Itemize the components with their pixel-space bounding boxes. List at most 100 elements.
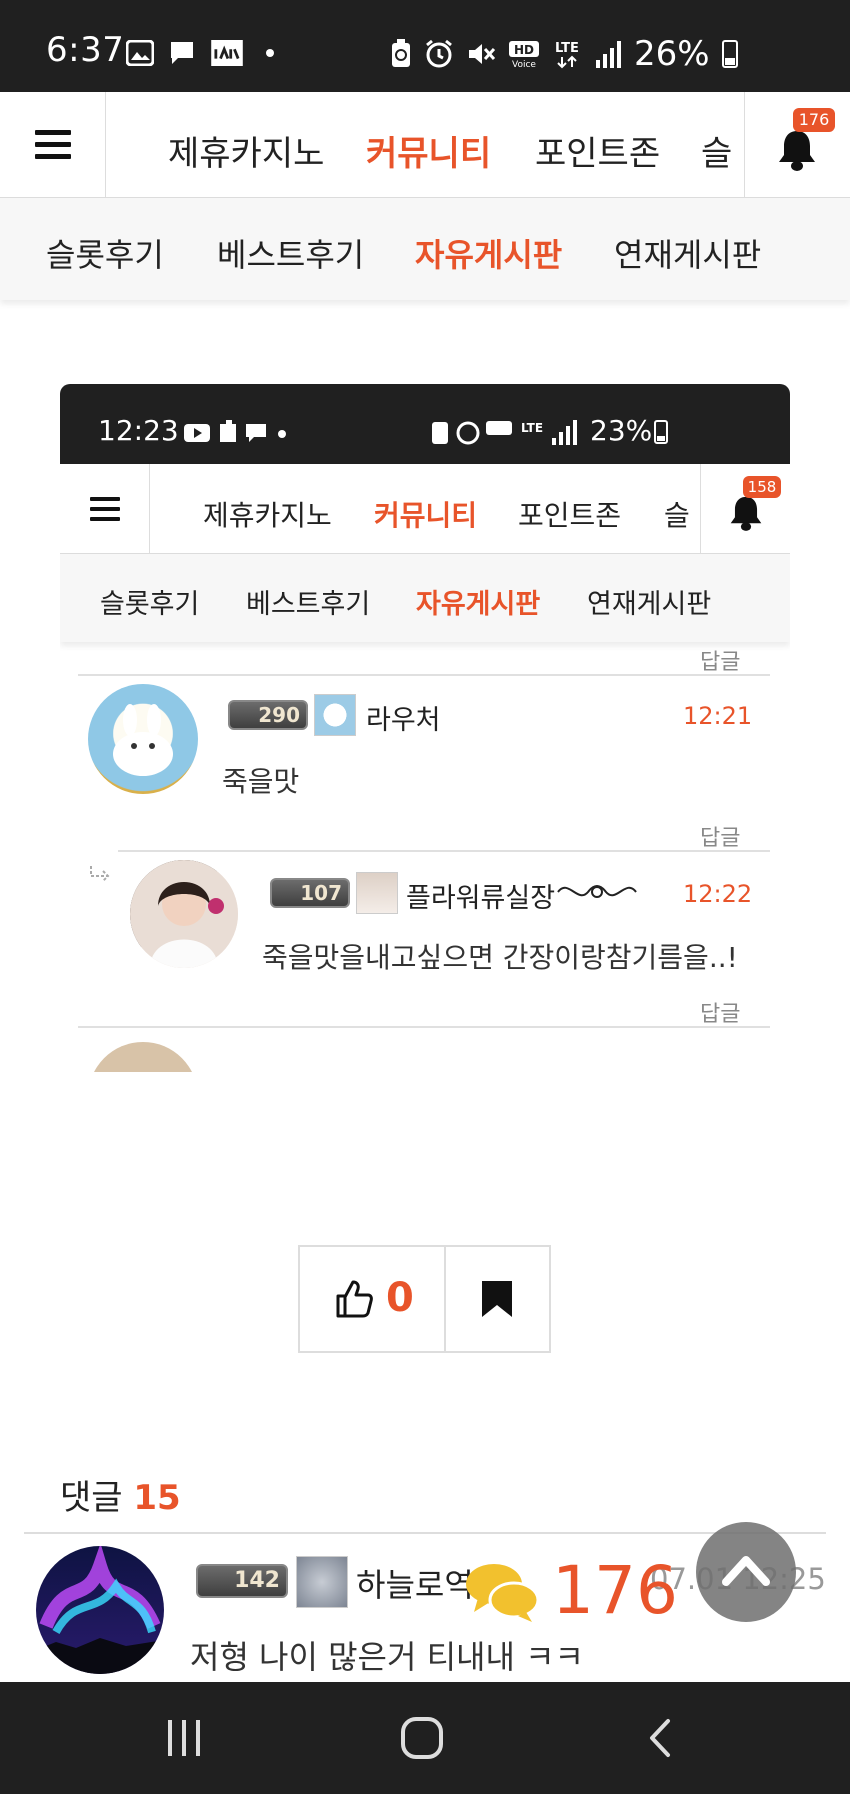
top-nav: 제휴카지노 커뮤니티 포인트존 슬 176 [0, 92, 850, 198]
comments-count: 15 [133, 1478, 181, 1518]
profile-thumbnail [296, 1556, 348, 1608]
chat-icon [171, 42, 193, 64]
app-icon [211, 40, 243, 66]
embedded-reply-link: 답글 [700, 1002, 741, 1027]
bunny-icon [113, 704, 173, 776]
level-badge: 142 [196, 1564, 288, 1598]
home-icon[interactable] [400, 1716, 444, 1760]
comment-nickname: 플라워류실장 [406, 883, 556, 914]
divider [78, 674, 770, 676]
avatar [88, 1042, 198, 1072]
embedded-battery-percent: 23% [590, 414, 653, 447]
profile-thumbnail [314, 694, 356, 736]
embedded-comment-list: 답글 290 라우처 12:21 죽을맛 답글 107 플라워류실장 12:22… [60, 642, 790, 1072]
reply-arrow-icon [90, 866, 110, 882]
comment-text: 죽을맛 [222, 765, 300, 798]
profile-thumbnail [356, 872, 398, 914]
embedded-battery-icon [654, 420, 668, 444]
notification-badge: 176 [793, 108, 835, 132]
divider [118, 850, 770, 852]
chevron-up-icon [722, 1556, 770, 1586]
comment-time: 12:22 [683, 880, 753, 908]
embedded-status-time: 12:23 [98, 414, 179, 447]
embedded-tab-partner-casino: 제휴카지노 [203, 499, 332, 532]
embedded-status-bar: 12:23 LTE 23% [60, 384, 790, 464]
notification-icons [126, 40, 274, 66]
comments-header: 댓글 15 [60, 1470, 181, 1519]
embedded-bell-icon [730, 496, 762, 531]
hamburger-icon [34, 130, 71, 160]
sub-slot-review[interactable]: 슬롯후기 [46, 230, 164, 276]
post-embedded-screenshot: 12:23 LTE 23% 제휴카지노 커뮤니티 포인트존 슬 158 슬롯후기… [60, 384, 790, 1072]
gallery-icon [126, 40, 154, 66]
signal-icon [596, 41, 621, 68]
divider [78, 1026, 770, 1028]
battery-saver-icon [392, 39, 410, 67]
avatar [36, 1546, 164, 1674]
avatar [88, 684, 198, 794]
lte-icon: LTE [555, 41, 579, 69]
tab-point-zone[interactable]: 포인트존 [535, 126, 660, 175]
embedded-reply-link: 답글 [700, 826, 741, 851]
sub-free-board[interactable]: 자유게시판 [415, 230, 562, 276]
battery-icon [721, 40, 738, 68]
status-time: 6:37 [46, 30, 125, 70]
menu-button[interactable] [0, 92, 106, 198]
battery-percent: 26% [634, 34, 710, 74]
scroll-to-top-button[interactable] [696, 1522, 796, 1622]
embedded-top-nav: 제휴카지노 커뮤니티 포인트존 슬 158 [60, 464, 790, 554]
embedded-system-icons: LTE [432, 420, 577, 445]
embedded-notification-icons [184, 420, 286, 442]
system-icons: HD Voice LTE 26% [390, 34, 738, 74]
sub-nav: 슬롯후기 베스트후기 자유게시판 연재게시판 [0, 198, 850, 300]
comment-text: 죽을맛을내고싶으면 간장이랑참기름을..! [262, 941, 738, 974]
sub-series-board[interactable]: 연재게시판 [614, 230, 761, 276]
dot-icon [266, 49, 274, 57]
svg-text:LTE: LTE [521, 421, 543, 435]
aurora-image [36, 1546, 164, 1674]
like-count: 0 [386, 1275, 414, 1321]
level-badge: 290 [228, 700, 308, 730]
recent-apps-icon[interactable] [164, 1718, 204, 1758]
comments-label: 댓글 [60, 1478, 123, 1518]
comment-text: 저형 나이 많은거 티내내 ㅋㅋ [190, 1638, 584, 1676]
portrait-icon [130, 860, 238, 968]
system-nav-bar [0, 1682, 850, 1794]
embedded-reply-link: 답글 [700, 650, 741, 675]
like-button[interactable]: 0 [300, 1247, 446, 1351]
svg-text:HD: HD [514, 43, 534, 57]
level-badge: 107 [270, 878, 350, 908]
tab-slot-partial[interactable]: 슬 [701, 126, 732, 175]
tab-community[interactable]: 커뮤니티 [366, 126, 491, 175]
embedded-sub-nav: 슬롯후기 베스트후기 자유게시판 연재게시판 [60, 554, 790, 642]
notification-button[interactable]: 176 [744, 92, 850, 198]
bookmark-icon [482, 1281, 512, 1317]
floating-comment-count[interactable]: 176 [552, 1552, 678, 1629]
embedded-sub-series-board: 연재게시판 [587, 589, 712, 620]
bell-icon [779, 131, 815, 171]
back-icon[interactable] [646, 1718, 674, 1758]
svg-text:Voice: Voice [512, 60, 536, 69]
status-bar: 6:37 HD Voice LTE 26% [0, 0, 850, 92]
sub-best-review[interactable]: 베스트후기 [217, 230, 364, 276]
embedded-tab-point-zone: 포인트존 [518, 499, 622, 532]
post-actions: 0 [298, 1245, 551, 1353]
tab-partner-casino[interactable]: 제휴카지노 [168, 126, 324, 175]
embedded-hamburger-icon [89, 497, 120, 521]
embedded-sub-best-review: 베스트후기 [246, 589, 371, 620]
comment-bubbles-icon[interactable] [462, 1556, 542, 1626]
top-nav-tabs: 제휴카지노 커뮤니티 포인트존 슬 [106, 92, 744, 198]
hd-voice-icon: HD Voice [509, 41, 539, 69]
svg-text:LTE: LTE [555, 41, 579, 56]
thumbs-up-icon [336, 1280, 373, 1318]
embedded-tab-community: 커뮤니티 [374, 499, 478, 532]
comment-time: 12:21 [683, 702, 753, 730]
embedded-tab-slot-partial: 슬 [664, 499, 690, 532]
alarm-icon [426, 39, 452, 68]
embedded-sub-slot-review: 슬롯후기 [100, 589, 200, 620]
embedded-notification-button: 158 [700, 464, 790, 554]
embedded-menu-button [60, 464, 150, 554]
mute-icon [469, 44, 496, 64]
bookmark-button[interactable] [446, 1247, 549, 1351]
avatar [130, 860, 238, 968]
